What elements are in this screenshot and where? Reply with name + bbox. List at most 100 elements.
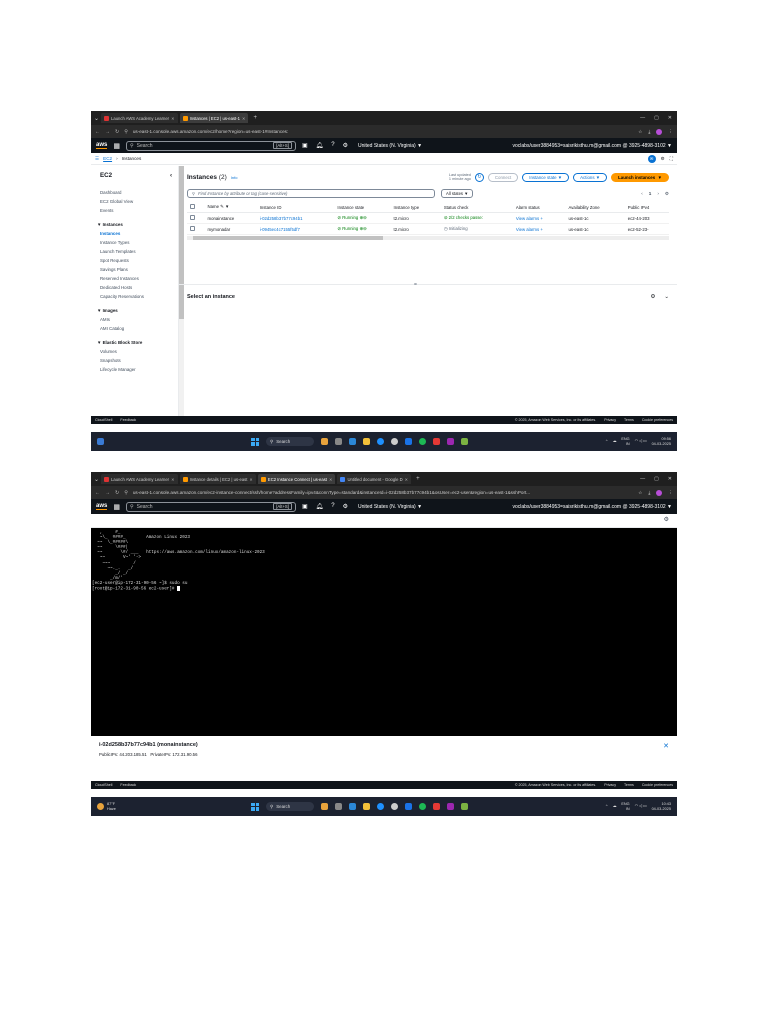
app-icon[interactable] — [433, 438, 440, 445]
aws-logo[interactable]: aws — [96, 142, 108, 149]
cloudshell-icon[interactable]: ▣ — [302, 142, 308, 149]
row-checkbox[interactable] — [190, 226, 195, 231]
cloudshell-link[interactable]: CloudShell — [95, 783, 112, 787]
close-icon[interactable]: ✕ — [171, 116, 175, 121]
task-view-icon[interactable] — [335, 803, 342, 810]
instance-filter-input[interactable]: ⚲ Find Instance by attribute or tag (case… — [187, 189, 435, 198]
chevron-up-icon[interactable]: ^ — [606, 439, 608, 443]
split-divider[interactable] — [179, 284, 677, 285]
zoom-icon[interactable]: ⊕⊖ — [359, 215, 366, 220]
wifi-icon[interactable]: ◠ ◁ ▭ — [635, 439, 647, 443]
bell-icon[interactable]: 🔔︎ — [316, 142, 324, 149]
gear-icon[interactable]: ⚙ — [343, 503, 348, 510]
back-icon[interactable]: ← — [95, 490, 100, 496]
browser-tab-active[interactable]: Instances | EC2 | us-east-1 ✕ — [179, 113, 249, 123]
language[interactable]: ENG IN — [621, 802, 629, 811]
browser-menu-icon[interactable]: ⌄ — [94, 476, 99, 483]
download-icon[interactable]: ⤓ — [648, 129, 650, 134]
row-checkbox[interactable] — [190, 215, 195, 220]
windows-start-icon[interactable] — [251, 802, 259, 811]
notifications-icon[interactable]: ✉ — [647, 154, 656, 163]
sidebar-item-reserved-instances[interactable]: Reserved Instances — [97, 274, 172, 283]
vscode-icon[interactable] — [405, 803, 412, 810]
actions-button[interactable]: Actions ▼ — [573, 172, 608, 182]
close-icon[interactable]: ✕ — [249, 477, 253, 482]
close-icon[interactable]: ✕ — [663, 742, 669, 750]
sidebar-section-instances[interactable]: ▼ Instances — [97, 220, 172, 229]
url-field[interactable]: us-east-1.console.aws.amazon.com/ec2-ins… — [133, 490, 633, 495]
gear-icon[interactable]: ⚙ — [343, 142, 348, 149]
column-header-type[interactable]: Instance type — [390, 202, 441, 213]
spotify-icon[interactable] — [419, 438, 426, 445]
browser-tab[interactable]: Instance details | EC2 | us-east ✕ — [179, 474, 256, 484]
column-header-ipv4[interactable]: Public IPv4 — [624, 202, 669, 213]
column-header-name[interactable]: Name ✎ ▼ — [204, 202, 257, 213]
app-icon[interactable] — [391, 803, 398, 810]
maximize-icon[interactable]: ▢ — [654, 115, 659, 121]
region-selector[interactable]: United States (N. Virginia) ▼ — [358, 504, 422, 510]
cell-instance-id[interactable]: i-0945ec4c7155f5df7 — [256, 223, 335, 235]
launch-instances-button[interactable]: Launch instances ▼ — [611, 172, 669, 182]
chrome-icon[interactable] — [377, 438, 384, 445]
app-icon[interactable] — [391, 438, 398, 445]
menu-icon[interactable]: ☰ — [95, 156, 99, 162]
bell-icon[interactable]: 🔔︎ — [316, 503, 324, 510]
maximize-icon[interactable]: ▢ — [654, 476, 659, 482]
more-icon[interactable]: ⋮ — [668, 129, 673, 135]
close-icon[interactable]: ✕ — [171, 477, 175, 482]
sidebar-item-volumes[interactable]: Volumes — [97, 347, 172, 356]
drag-handle-icon[interactable]: = — [414, 282, 417, 288]
sidebar-item-instances[interactable]: Instances — [97, 229, 172, 238]
browser-tab[interactable]: Launch AWS Academy Learner ✕ — [101, 113, 178, 123]
spotify-icon[interactable] — [419, 803, 426, 810]
next-page-icon[interactable]: › — [657, 191, 659, 197]
download-icon[interactable]: ⤓ — [648, 490, 650, 495]
sidebar-item-events[interactable]: Events — [97, 206, 172, 215]
chevron-down-icon[interactable]: ⌄ — [664, 294, 669, 300]
site-info-icon[interactable]: ⚲ — [124, 490, 128, 496]
star-icon[interactable]: ☆ — [638, 490, 642, 496]
forward-icon[interactable]: → — [105, 129, 110, 135]
star-icon[interactable]: ☆ — [638, 129, 642, 135]
sidebar-item-lifecycle-manager[interactable]: Lifecycle Manager — [97, 365, 172, 374]
services-grid-icon[interactable]: ▦ — [113, 503, 120, 511]
select-all-checkbox[interactable] — [190, 204, 195, 209]
clock[interactable]: 09:56 04-03-2025 — [652, 437, 671, 446]
close-window-icon[interactable]: ✕ — [668, 115, 672, 121]
zoom-icon[interactable]: ⊕⊖ — [359, 226, 366, 231]
wifi-icon[interactable]: ◠ ◁ ▭ — [635, 804, 647, 808]
cell-alarm[interactable]: View alarms + — [512, 212, 566, 224]
more-icon[interactable]: ⋮ — [668, 490, 673, 496]
sidebar-item-spot-requests[interactable]: Spot Requests — [97, 256, 172, 265]
browser-menu-icon[interactable]: ⌄ — [94, 115, 99, 122]
column-header-status[interactable]: Status check — [440, 202, 513, 213]
reload-icon[interactable]: ↻ — [115, 490, 119, 496]
table-settings-icon[interactable]: ⚙ — [665, 191, 669, 197]
prev-page-icon[interactable]: ‹ — [641, 191, 643, 197]
copilot-icon[interactable] — [321, 803, 328, 810]
file-explorer-icon[interactable] — [363, 438, 370, 445]
new-tab-icon[interactable]: + — [250, 115, 260, 121]
expand-icon[interactable]: ⛶ — [670, 156, 673, 161]
info-link[interactable]: Info — [231, 175, 238, 180]
sidebar-item-dashboard[interactable]: Dashboard — [97, 188, 172, 197]
chrome-icon[interactable] — [377, 803, 384, 810]
browser-tab-active[interactable]: EC2 Instance Connect | us-east ✕ — [257, 474, 336, 484]
table-scrollbar[interactable] — [187, 236, 669, 240]
terms-link[interactable]: Terms — [624, 783, 634, 787]
weather-widget[interactable]: 87°F Haze — [97, 802, 116, 811]
help-icon[interactable]: ? — [331, 503, 334, 510]
app-icon[interactable] — [447, 438, 454, 445]
column-header-state[interactable]: Instance state — [334, 202, 391, 213]
table-row[interactable]: monainstance i-02d258b37b77c94b1 ⊘ Runni… — [187, 212, 669, 224]
browser-tab[interactable]: Untitled document - Google D ✕ — [337, 474, 412, 484]
table-row[interactable]: mymonadar i-0945ec4c7155f5df7 ⊘ Running … — [187, 223, 669, 235]
url-field[interactable]: us-east-1.console.aws.amazon.com/ec2/hom… — [133, 129, 633, 134]
cloudshell-link[interactable]: CloudShell — [95, 418, 112, 422]
aws-search-input[interactable]: ⚲ Search [Alt+S] — [125, 501, 296, 512]
page-number[interactable]: 1 — [649, 191, 652, 197]
cloudshell-icon[interactable]: ▣ — [302, 503, 308, 510]
account-menu[interactable]: voclabs/user3884953=saisrikisthu.m@gmail… — [513, 143, 673, 149]
close-icon[interactable]: ✕ — [242, 116, 246, 121]
sidebar-section-ebs[interactable]: ▼ Elastic Block Store — [97, 338, 172, 347]
